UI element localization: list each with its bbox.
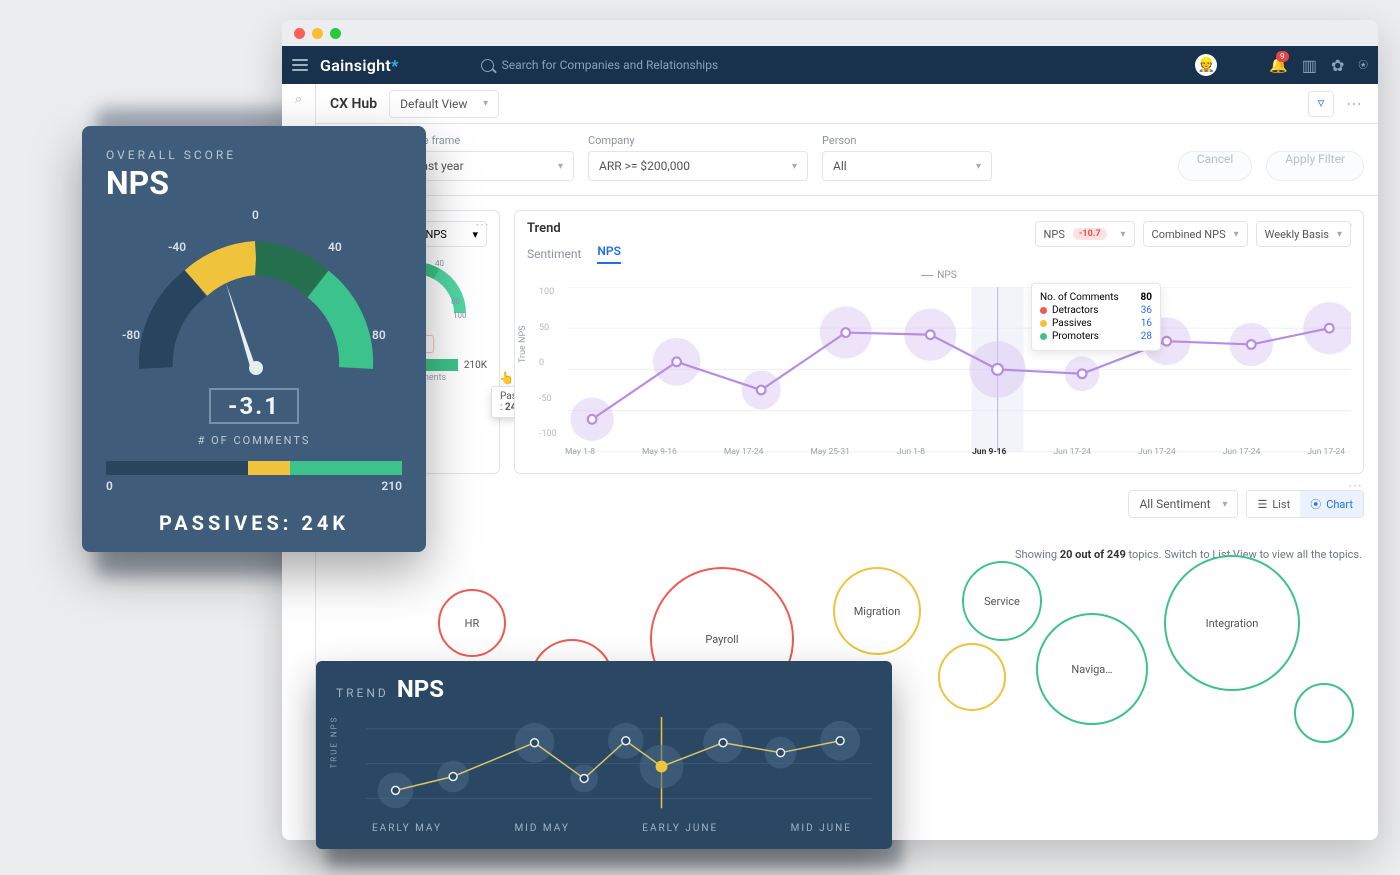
window-max-icon[interactable] bbox=[330, 28, 341, 39]
page-title: CX Hub bbox=[330, 96, 377, 112]
trend-metric-select[interactable]: NPS -10.7 ▾ bbox=[1035, 221, 1135, 247]
trend-legend: NPS bbox=[527, 270, 1351, 281]
cancel-button[interactable]: Cancel bbox=[1178, 151, 1253, 181]
apps-icon[interactable]: ✿ bbox=[1331, 56, 1344, 75]
overall-dist-bar bbox=[106, 461, 402, 475]
filter-company-label: Company bbox=[588, 134, 808, 147]
overall-gauge: 0 -40 40 -80 80 bbox=[106, 198, 402, 388]
mini-bar-total: 210K bbox=[464, 360, 487, 371]
view-select[interactable]: Default View▾ bbox=[389, 90, 499, 118]
page-header: CX Hub Default View▾ ▿ ⋯ bbox=[316, 84, 1378, 124]
topic-bubble[interactable] bbox=[1294, 683, 1354, 743]
rail-search-icon[interactable]: ⌕ bbox=[295, 92, 302, 107]
trend-type-select[interactable]: Combined NPS▾ bbox=[1143, 221, 1248, 247]
filter-icon[interactable]: ▿ bbox=[1308, 91, 1334, 117]
tab-nps[interactable]: NPS bbox=[597, 244, 621, 264]
overall-score-value: -3.1 bbox=[209, 388, 299, 424]
menu-icon[interactable] bbox=[292, 59, 308, 71]
filter-company[interactable]: ARR >= $200,000▾ bbox=[588, 151, 808, 181]
dist-max: 210 bbox=[381, 479, 402, 493]
comments-label: # OF COMMENTS bbox=[106, 434, 402, 447]
trend-tabs: Sentiment NPS bbox=[527, 244, 1351, 264]
overall-title: NPS bbox=[106, 164, 402, 202]
view-chart: ⦿Chart bbox=[1300, 491, 1363, 517]
cursor-icon: 👆 bbox=[499, 371, 514, 385]
window-titlebar bbox=[282, 20, 1378, 46]
trend-panel: ⋯ Trend Sentiment NPS NPS -10.7 ▾ Combin… bbox=[514, 210, 1364, 474]
overall-label: OVERALL SCORE bbox=[106, 148, 402, 162]
trend-card-label: TREND bbox=[336, 686, 389, 700]
window-min-icon[interactable] bbox=[312, 28, 323, 39]
passives-highlight: PASSIVES: 24K bbox=[106, 511, 402, 535]
topic-bubble[interactable]: Integration bbox=[1164, 555, 1300, 691]
filter-timeframe-label: Time frame bbox=[404, 134, 574, 147]
nps-delta-badge: -10.7 bbox=[1073, 228, 1107, 240]
filter-timeframe[interactable]: Last year▾ bbox=[404, 151, 574, 181]
notifications-icon[interactable]: 🔔9 bbox=[1269, 56, 1288, 74]
notif-count-badge: 9 bbox=[1276, 51, 1289, 62]
filter-person-label: Person bbox=[822, 134, 992, 147]
tab-sentiment[interactable]: Sentiment bbox=[527, 247, 581, 261]
library-icon[interactable]: ▥ bbox=[1302, 56, 1317, 75]
window-close-icon[interactable] bbox=[294, 28, 305, 39]
search-placeholder: Search for Companies and Relationships bbox=[502, 58, 719, 72]
chart-icon: ⦿ bbox=[1310, 496, 1321, 512]
filter-person[interactable]: All▾ bbox=[822, 151, 992, 181]
trend-card-xticks: EARLY MAYMID MAY EARLY JUNEMID JUNE bbox=[336, 823, 872, 834]
topic-bubble[interactable] bbox=[938, 643, 1006, 711]
filter-bar: Source ▾ Time frame Last year▾ Company A… bbox=[316, 124, 1378, 196]
user-avatar[interactable]: 👷 bbox=[1195, 54, 1217, 76]
topic-bubble[interactable]: HR bbox=[438, 589, 506, 657]
top-navbar: Gainsight* Search for Companies and Rela… bbox=[282, 46, 1378, 84]
trend-chart[interactable]: True NPS 100500-50-100 bbox=[527, 287, 1351, 457]
list-icon: ☰ bbox=[1257, 498, 1267, 511]
trend-card-title: NPS bbox=[397, 675, 444, 703]
trend-overlay-card: TREND NPS TRUE NPS EARLY MAYMID MAY EARL… bbox=[316, 661, 892, 849]
view-list: ☰List bbox=[1247, 491, 1300, 517]
sentiment-select[interactable]: All Sentiment▾ bbox=[1128, 490, 1238, 518]
app-logo: Gainsight* bbox=[320, 56, 399, 75]
topic-bubble[interactable]: Service bbox=[962, 561, 1042, 641]
trend-card-chart: TRUE NPS bbox=[336, 709, 872, 819]
trend-xticks: May 1-8May 9-16May 17-24 May 25-31Jun 1-… bbox=[565, 447, 1345, 457]
trend-basis-select[interactable]: Weekly Basis▾ bbox=[1256, 221, 1351, 247]
trend-hover-tooltip: No. of Comments80 Detractors36 Passives1… bbox=[1031, 283, 1161, 351]
apply-filter-button[interactable]: Apply Filter bbox=[1266, 151, 1364, 181]
page-more-icon[interactable]: ⋯ bbox=[1346, 94, 1364, 113]
panel-more-icon[interactable]: ⋯ bbox=[475, 217, 491, 233]
global-search[interactable]: Search for Companies and Relationships bbox=[481, 58, 719, 72]
topic-bubble[interactable]: Migration bbox=[833, 567, 921, 655]
topic-bubble[interactable]: Naviga… bbox=[1036, 613, 1148, 725]
profile-icon[interactable]: ⍟ bbox=[1358, 55, 1368, 75]
dist-min: 0 bbox=[106, 479, 113, 493]
search-icon bbox=[481, 59, 494, 72]
overall-score-card: OVERALL SCORE NPS 0 -40 40 -80 80 -3.1 #… bbox=[82, 126, 426, 552]
view-toggle[interactable]: ☰List ⦿Chart bbox=[1246, 490, 1364, 518]
